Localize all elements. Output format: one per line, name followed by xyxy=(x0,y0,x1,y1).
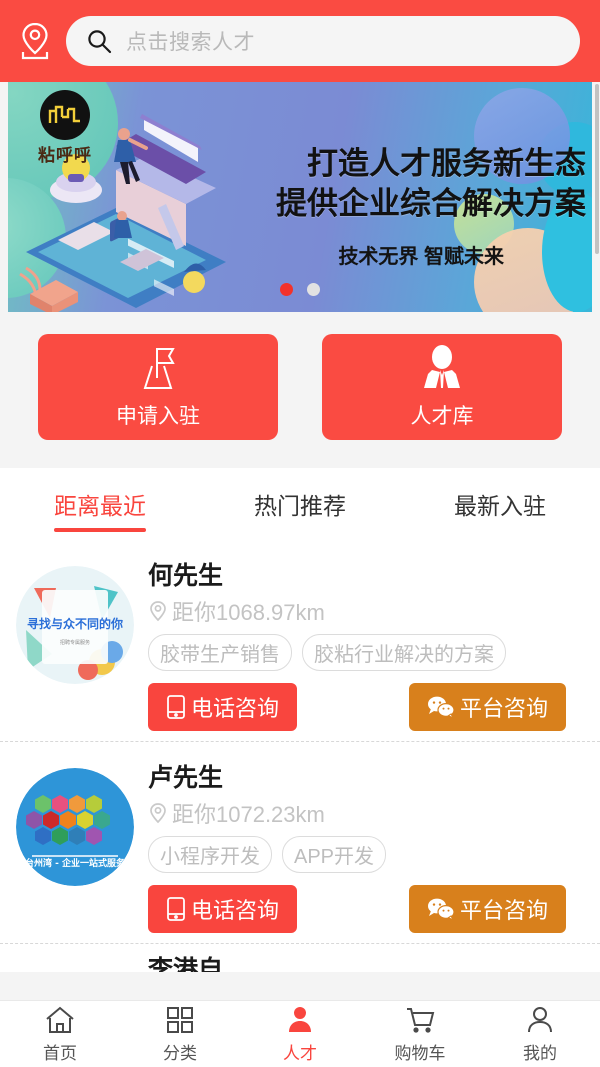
location-pin-icon xyxy=(150,601,166,622)
phone-consult-label: 电话咨询 xyxy=(191,898,280,923)
app-header: 点击搜索人才 xyxy=(0,0,600,82)
talent-distance-text: 距你1072.23km xyxy=(172,802,325,827)
logo-text: 粘呼呼 xyxy=(38,146,92,166)
talent-tag: 胶带生产销售 xyxy=(148,634,292,671)
talent-tag: 胶粘行业解决的方案 xyxy=(302,634,506,671)
nav-item-cart[interactable]: 购物车 xyxy=(360,1005,480,1064)
talent-distance-text: 距你1068.97km xyxy=(172,600,325,625)
phone-icon xyxy=(167,695,185,719)
table-row[interactable]: 李港自 xyxy=(0,943,600,972)
banner-subline: 技术无界 智赋未来 xyxy=(338,246,504,268)
scrollbar[interactable] xyxy=(595,84,599,254)
talent-tags: 胶带生产销售 胶粘行业解决的方案 xyxy=(148,634,584,671)
talent-name: 何先生 xyxy=(148,562,224,590)
filter-tabs: 距离最近 热门推荐 最新入驻 xyxy=(0,468,600,540)
tab-newest[interactable]: 最新入驻 xyxy=(400,468,600,540)
search-input[interactable]: 点击搜索人才 xyxy=(66,16,580,66)
promo-banner[interactable]: 粘呼呼 打造人才服务新生态 提供企业综合解决方案 技术无界 智赋未来 xyxy=(8,82,592,312)
app-root: 点击搜索人才 粘呼呼 打造人才服务新生态 提供企业综合解决方案 技术无界 智赋未… xyxy=(0,0,600,1067)
phone-consult-button[interactable]: 电话咨询 xyxy=(148,683,298,731)
location-pin-icon[interactable] xyxy=(14,18,56,64)
nav-item-talent[interactable]: 人才 xyxy=(240,1005,360,1064)
search-icon xyxy=(86,28,112,54)
banner-pagination[interactable] xyxy=(280,283,320,296)
nav-label-home: 首页 xyxy=(43,1043,77,1063)
banner-headline-line1: 打造人才服务新生态 xyxy=(307,146,586,181)
banner-headline-line2: 提供企业综合解决方案 xyxy=(276,185,586,221)
talent-distance: 距你1068.97km xyxy=(148,595,584,627)
nav-item-category[interactable]: 分类 xyxy=(120,1005,240,1064)
table-row[interactable]: 寻找与众不同的你 招聘专属服务 何先生 距你1068.97km 胶带生产销售 胶… xyxy=(0,540,600,741)
phone-icon xyxy=(167,897,185,921)
person-icon xyxy=(289,1006,311,1032)
talent-list: 寻找与众不同的你 招聘专属服务 何先生 距你1068.97km 胶带生产销售 胶… xyxy=(0,540,600,972)
nav-label-talent: 人才 xyxy=(283,1043,317,1063)
talent-name: 卢先生 xyxy=(148,764,224,792)
bottom-navigation: 首页 分类 人才 购物车 我的 xyxy=(0,1000,600,1067)
banner-dot-1[interactable] xyxy=(280,283,293,296)
talent-actions: 电话咨询 平台咨询 xyxy=(148,683,584,731)
talent-tags: 小程序开发 APP开发 xyxy=(148,836,584,873)
nav-item-mine[interactable]: 我的 xyxy=(480,1005,600,1064)
search-placeholder-text: 点击搜索人才 xyxy=(126,31,255,54)
brand-logo: 粘呼呼 xyxy=(26,90,104,166)
table-row[interactable]: 台州湾 - 企业一站式服务 卢先生 距你1072.23km 小程序开发 APP开… xyxy=(0,741,600,943)
phone-consult-label: 电话咨询 xyxy=(191,696,280,721)
talent-pool-label: 人才库 xyxy=(410,405,474,428)
tab-hot-recommend[interactable]: 热门推荐 xyxy=(200,468,400,540)
quick-actions: 申请入驻 人才库 xyxy=(0,312,600,468)
apply-join-button[interactable]: 申请入驻 xyxy=(38,334,278,440)
platform-consult-button[interactable]: 平台咨询 xyxy=(408,683,566,731)
cart-icon xyxy=(407,1007,435,1033)
home-icon xyxy=(46,1006,74,1033)
platform-consult-button[interactable]: 平台咨询 xyxy=(408,885,566,933)
avatar: 寻找与众不同的你 招聘专属服务 xyxy=(16,566,134,684)
nav-label-mine: 我的 xyxy=(523,1043,557,1063)
apply-join-label: 申请入驻 xyxy=(116,405,200,428)
avatar: 台州湾 - 企业一站式服务 xyxy=(16,768,134,886)
wechat-icon xyxy=(427,898,455,920)
phone-consult-button[interactable]: 电话咨询 xyxy=(148,885,298,933)
platform-consult-label: 平台咨询 xyxy=(459,696,548,721)
talent-info: 何先生 距你1068.97km 胶带生产销售 胶粘行业解决的方案 电话咨询 平台… xyxy=(148,554,584,731)
banner-dot-2[interactable] xyxy=(307,283,320,296)
svg-text:招聘专属服务: 招聘专属服务 xyxy=(60,639,90,646)
location-pin-icon xyxy=(150,803,166,824)
wechat-icon xyxy=(427,696,455,718)
logo-mark-icon xyxy=(40,90,90,140)
svg-text:台州湾 - 企业一站式服务: 台州湾 - 企业一站式服务 xyxy=(25,857,126,869)
platform-consult-label: 平台咨询 xyxy=(459,898,548,923)
talent-tag: 小程序开发 xyxy=(148,836,272,873)
talent-info: 李港自 xyxy=(148,948,584,972)
nav-label-category: 分类 xyxy=(163,1043,197,1063)
talent-name: 李港自 xyxy=(148,956,224,972)
talent-tag: APP开发 xyxy=(282,836,387,873)
banner-headline: 打造人才服务新生态 提供企业综合解决方案 xyxy=(276,144,586,223)
tab-nearest[interactable]: 距离最近 xyxy=(0,468,200,540)
svg-text:寻找与众不同的你: 寻找与众不同的你 xyxy=(27,616,123,631)
talent-actions: 电话咨询 平台咨询 xyxy=(148,885,584,933)
nav-item-home[interactable]: 首页 xyxy=(0,1005,120,1064)
nav-label-cart: 购物车 xyxy=(394,1043,446,1063)
grid-icon xyxy=(167,1006,193,1033)
talent-info: 卢先生 距你1072.23km 小程序开发 APP开发 电话咨询 平台咨询 xyxy=(148,756,584,933)
user-icon xyxy=(528,1006,552,1032)
talent-pool-button[interactable]: 人才库 xyxy=(322,334,562,440)
talent-distance: 距你1072.23km xyxy=(148,797,584,829)
